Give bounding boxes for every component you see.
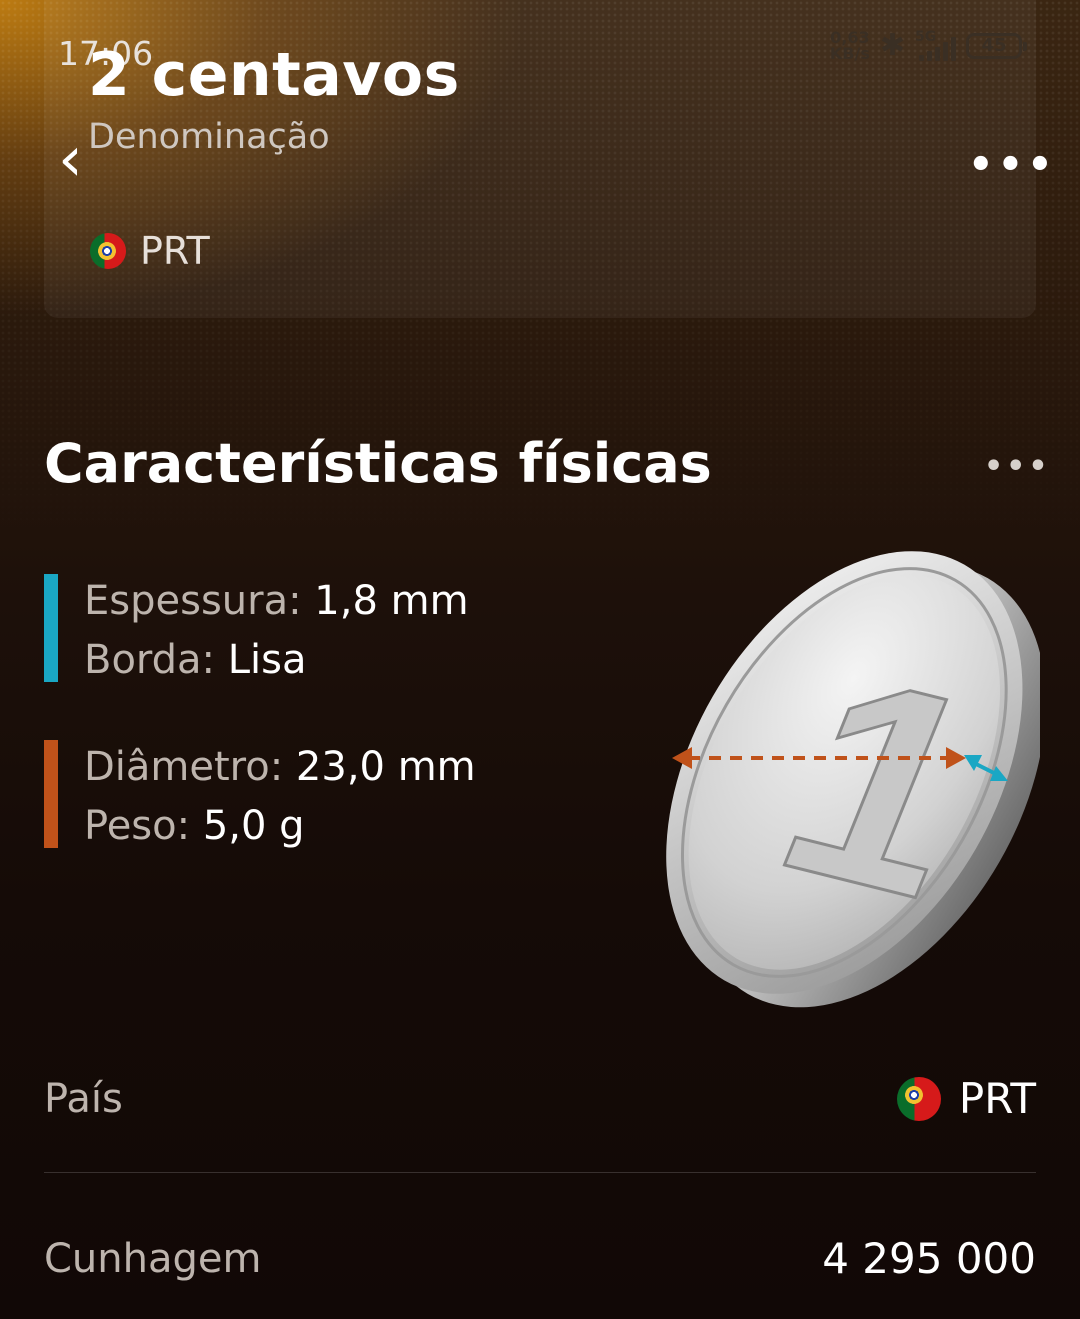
spec-edge: Borda: Lisa (84, 637, 307, 683)
network-type: 5G (915, 28, 937, 45)
detail-value-country: PRT (896, 1074, 1036, 1123)
section-more-icon[interactable]: ••• (984, 452, 1051, 482)
network-speed: 0,63 KB/s (829, 27, 870, 63)
detail-value-mintage: 4 295 000 (822, 1234, 1036, 1283)
status-bar-icons: 0,63 KB/s ✱ 5G 45 (829, 27, 1027, 63)
header-country: PRT (90, 229, 210, 273)
spec-diameter: Diâmetro: 23,0 mm (84, 744, 476, 790)
section-title-physical: Características físicas (44, 432, 712, 495)
portugal-flag-icon (90, 233, 126, 269)
detail-row-mintage: Cunhagem 4 295 000 (44, 1232, 1036, 1292)
more-horizontal-icon[interactable]: ••• (968, 145, 1057, 185)
bluetooth-icon: ✱ (879, 28, 905, 63)
detail-label-country: País (44, 1076, 123, 1122)
portugal-flag-icon (896, 1076, 941, 1121)
page-subtitle: Denominação (88, 117, 330, 157)
divider (44, 1172, 1036, 1173)
spec-thickness: Espessura: 1,8 mm (84, 578, 469, 624)
spec-weight: Peso: 5,0 g (84, 803, 305, 849)
coin-illustration: 1 (666, 551, 1040, 1008)
detail-row-country: País PRT (44, 1072, 1036, 1132)
chevron-left-icon[interactable]: ‹ (58, 128, 83, 190)
page-title: 2 centavos (88, 40, 460, 110)
spec-accent-bar-teal (44, 574, 58, 682)
header-country-code: PRT (140, 229, 210, 273)
spec-accent-bar-orange (44, 740, 58, 848)
detail-label-mintage: Cunhagem (44, 1236, 262, 1282)
signal-bars-icon: 5G (915, 28, 956, 61)
battery-icon: 45 (966, 32, 1027, 59)
